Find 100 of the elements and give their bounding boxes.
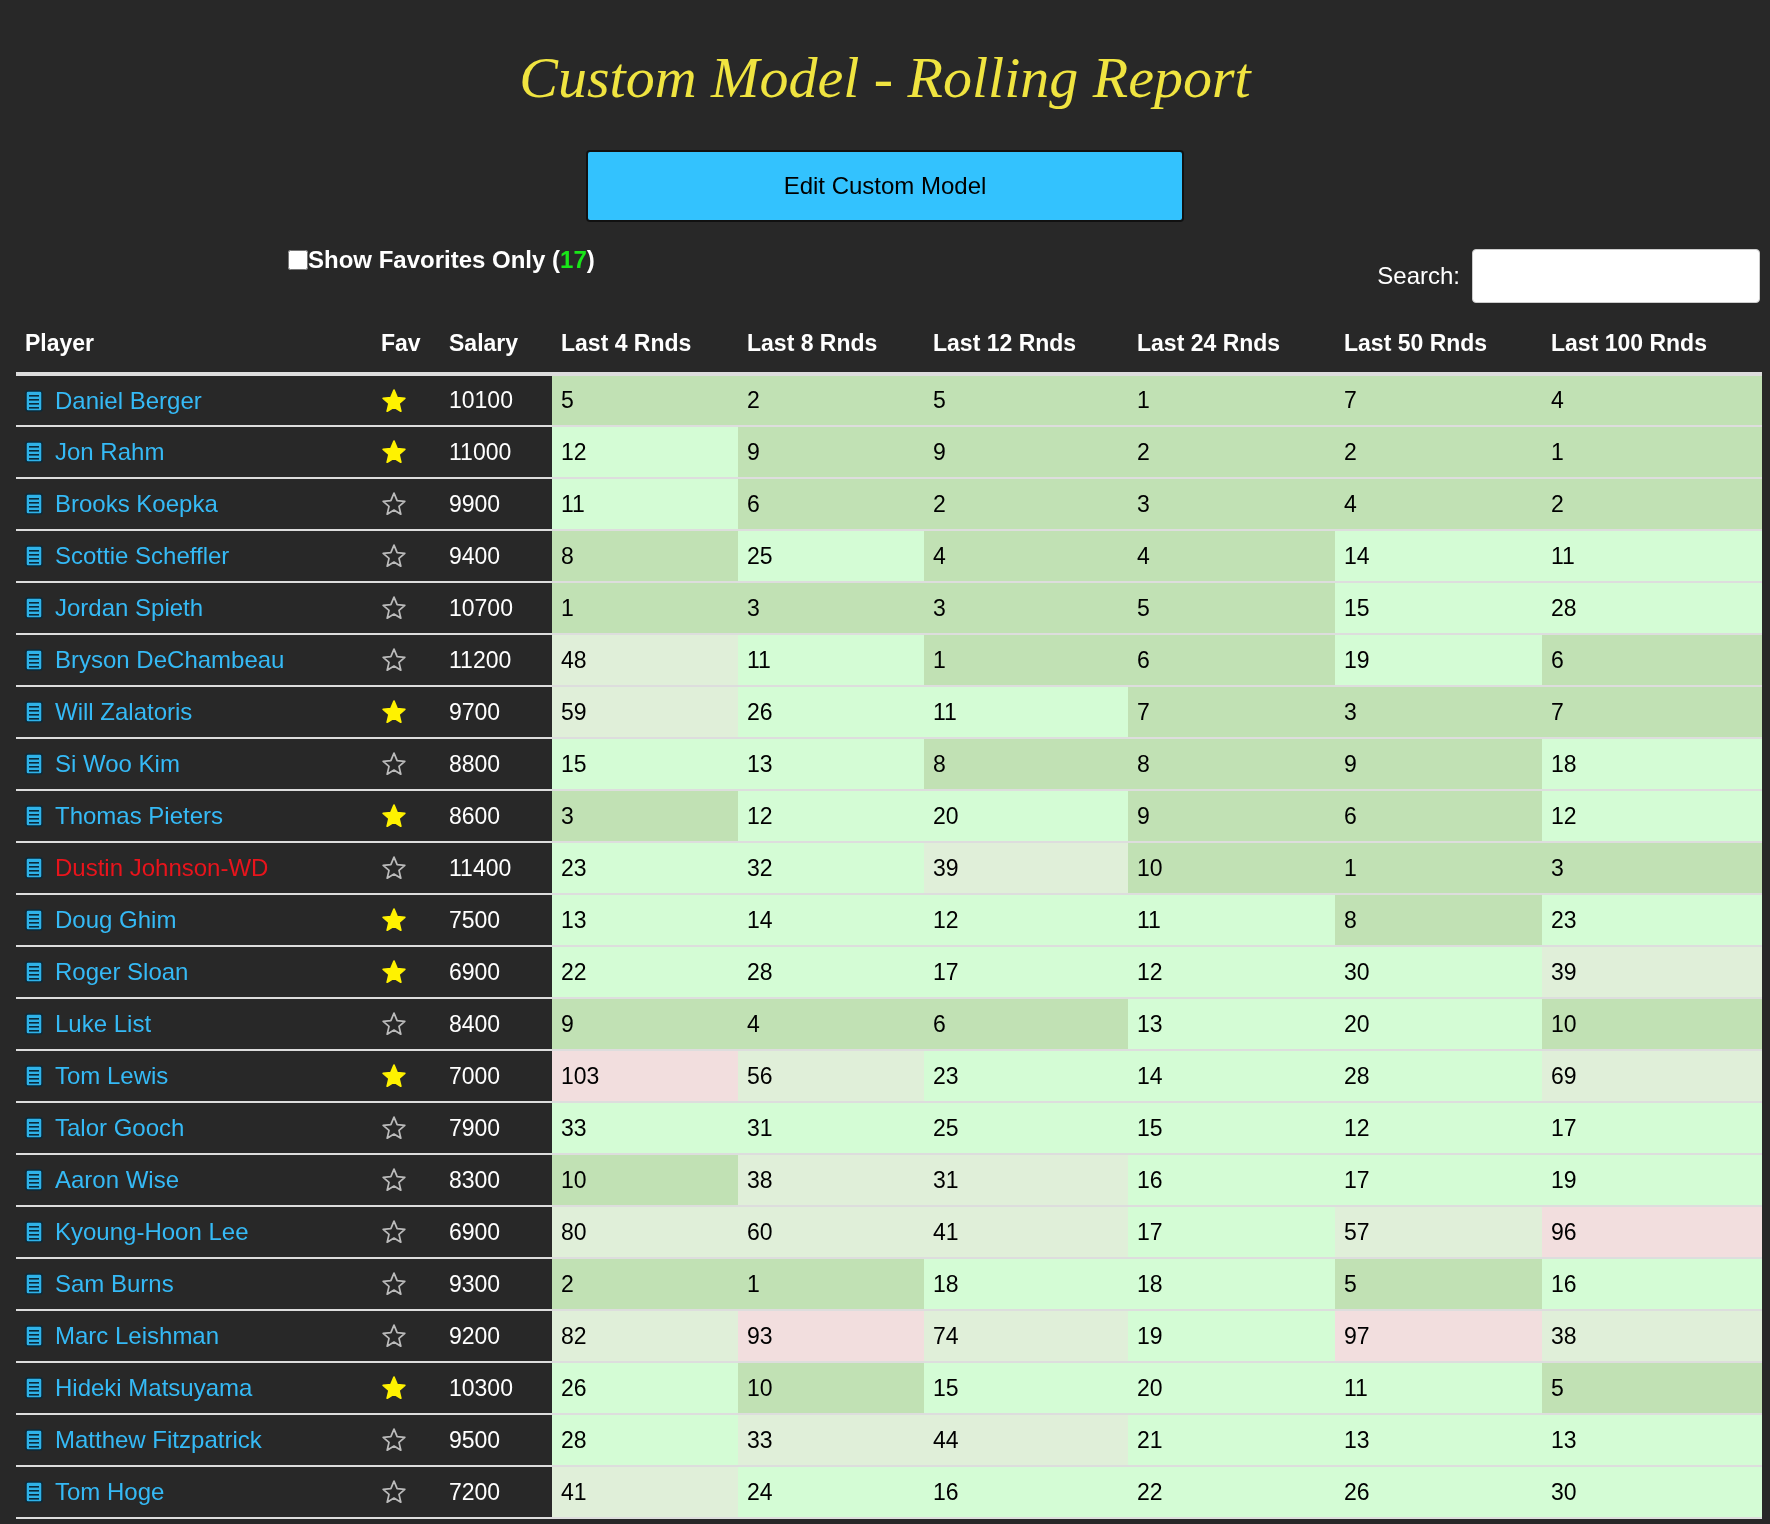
rank-cell: 23 xyxy=(1542,894,1762,946)
player-link[interactable]: Daniel Berger xyxy=(55,382,202,419)
player-link[interactable]: Sam Burns xyxy=(55,1266,174,1302)
favorites-checkbox[interactable] xyxy=(288,250,308,270)
outline-star-icon[interactable] xyxy=(381,855,407,881)
outline-star-icon[interactable] xyxy=(381,1011,407,1037)
player-link[interactable]: Scottie Scheffler xyxy=(55,538,230,574)
rank-cell: 9 xyxy=(552,998,738,1050)
salary-value: 6900 xyxy=(449,1218,501,1245)
rank-cell: 13 xyxy=(1335,1414,1542,1466)
rank-cell: 39 xyxy=(1542,946,1762,998)
salary-value: 10100 xyxy=(449,387,513,414)
column-header[interactable]: Last 50 Rnds xyxy=(1344,329,1488,356)
rank-cell: 48 xyxy=(552,634,738,686)
outline-star-icon[interactable] xyxy=(381,1427,407,1453)
column-header[interactable]: Last 24 Rnds xyxy=(1137,329,1281,356)
player-link[interactable]: Doug Ghim xyxy=(55,902,177,938)
rank-cell: 9 xyxy=(1335,738,1542,790)
outline-star-icon[interactable] xyxy=(381,1115,407,1141)
outline-star-icon[interactable] xyxy=(381,491,407,517)
rank-cell: 96 xyxy=(1542,1206,1762,1258)
rank-cell: 38 xyxy=(738,1154,924,1206)
rank-cell: 1 xyxy=(738,1258,924,1310)
column-header[interactable]: Last 100 Rnds xyxy=(1551,329,1707,356)
rank-cell: 10 xyxy=(552,1154,738,1206)
player-link[interactable]: Hideki Matsuyama xyxy=(55,1370,253,1406)
filled-star-icon[interactable] xyxy=(381,699,407,725)
outline-star-icon[interactable] xyxy=(381,543,407,569)
document-icon xyxy=(25,1273,43,1295)
player-link[interactable]: Tom Hoge xyxy=(55,1474,165,1510)
document-icon xyxy=(25,857,43,879)
column-header[interactable]: Salary xyxy=(449,329,519,356)
column-header[interactable]: Last 8 Rnds xyxy=(747,329,878,356)
outline-star-icon[interactable] xyxy=(381,647,407,673)
rank-cell: 5 xyxy=(1542,1362,1762,1414)
rank-cell: 24 xyxy=(738,1466,924,1518)
edit-model-button[interactable]: Edit Custom Model xyxy=(586,150,1184,222)
outline-star-icon[interactable] xyxy=(381,1271,407,1297)
filled-star-icon[interactable] xyxy=(381,959,407,985)
rank-cell: 2 xyxy=(924,478,1128,530)
rank-cell: 22 xyxy=(552,946,738,998)
rank-cell: 4 xyxy=(738,998,924,1050)
rank-cell: 1 xyxy=(1335,842,1542,894)
rank-cell: 23 xyxy=(924,1050,1128,1102)
rank-cell: 1 xyxy=(552,582,738,634)
outline-star-icon[interactable] xyxy=(381,1323,407,1349)
filled-star-icon[interactable] xyxy=(381,1375,407,1401)
document-icon xyxy=(25,649,43,671)
rank-cell: 17 xyxy=(1542,1102,1762,1154)
rank-cell: 69 xyxy=(1542,1050,1762,1102)
player-link[interactable]: Brooks Koepka xyxy=(55,486,218,522)
rank-cell: 103 xyxy=(552,1050,738,1102)
rank-cell: 18 xyxy=(924,1258,1128,1310)
player-link[interactable]: Kyoung-Hoon Lee xyxy=(55,1214,249,1250)
column-header[interactable]: Fav xyxy=(381,329,421,356)
filled-star-icon[interactable] xyxy=(381,907,407,933)
document-icon xyxy=(25,753,43,775)
rank-cell: 3 xyxy=(738,582,924,634)
rank-cell: 12 xyxy=(738,790,924,842)
search-field[interactable] xyxy=(1472,249,1760,303)
player-link[interactable]: Jordan Spieth xyxy=(55,590,204,626)
rank-cell: 22 xyxy=(1128,1466,1335,1518)
outline-star-icon[interactable] xyxy=(381,751,407,777)
document-icon xyxy=(25,1221,43,1243)
salary-value: 8800 xyxy=(449,750,501,777)
player-link[interactable]: Si Woo Kim xyxy=(55,746,180,782)
document-icon xyxy=(25,1429,43,1451)
rank-cell: 19 xyxy=(1542,1154,1762,1206)
column-header[interactable]: Last 4 Rnds xyxy=(561,329,692,356)
player-link[interactable]: Tom Lewis xyxy=(55,1058,169,1094)
rank-cell: 9 xyxy=(738,426,924,478)
outline-star-icon[interactable] xyxy=(381,1219,407,1245)
filled-star-icon[interactable] xyxy=(381,803,407,829)
column-header[interactable]: Last 12 Rnds xyxy=(933,329,1077,356)
rank-cell: 12 xyxy=(552,426,738,478)
filled-star-icon[interactable] xyxy=(381,439,407,465)
rank-cell: 39 xyxy=(924,842,1128,894)
player-link[interactable]: Bryson DeChambeau xyxy=(55,642,285,678)
document-icon xyxy=(25,1377,43,1399)
filled-star-icon[interactable] xyxy=(381,387,407,414)
player-link[interactable]: Aaron Wise xyxy=(55,1162,180,1198)
outline-star-icon[interactable] xyxy=(381,1167,407,1193)
player-link[interactable]: Roger Sloan xyxy=(55,954,189,990)
player-link[interactable]: Marc Leishman xyxy=(55,1318,220,1354)
rank-cell: 3 xyxy=(1542,842,1762,894)
player-link[interactable]: Luke List xyxy=(55,1006,152,1042)
player-link[interactable]: Will Zalatoris xyxy=(55,694,193,730)
outline-star-icon[interactable] xyxy=(381,595,407,621)
salary-value: 8300 xyxy=(449,1166,501,1193)
player-link[interactable]: Thomas Pieters xyxy=(55,798,224,834)
player-link[interactable]: Jon Rahm xyxy=(55,434,165,470)
outline-star-icon[interactable] xyxy=(381,1479,407,1505)
player-link[interactable]: Matthew Fitzpatrick xyxy=(55,1422,262,1458)
column-header[interactable]: Player xyxy=(25,329,95,356)
rank-cell: 16 xyxy=(1128,1154,1335,1206)
player-link[interactable]: Talor Gooch xyxy=(55,1110,185,1146)
rank-cell: 1 xyxy=(924,634,1128,686)
rank-cell: 97 xyxy=(1335,1310,1542,1362)
salary-value: 10300 xyxy=(449,1374,513,1401)
filled-star-icon[interactable] xyxy=(381,1063,407,1089)
